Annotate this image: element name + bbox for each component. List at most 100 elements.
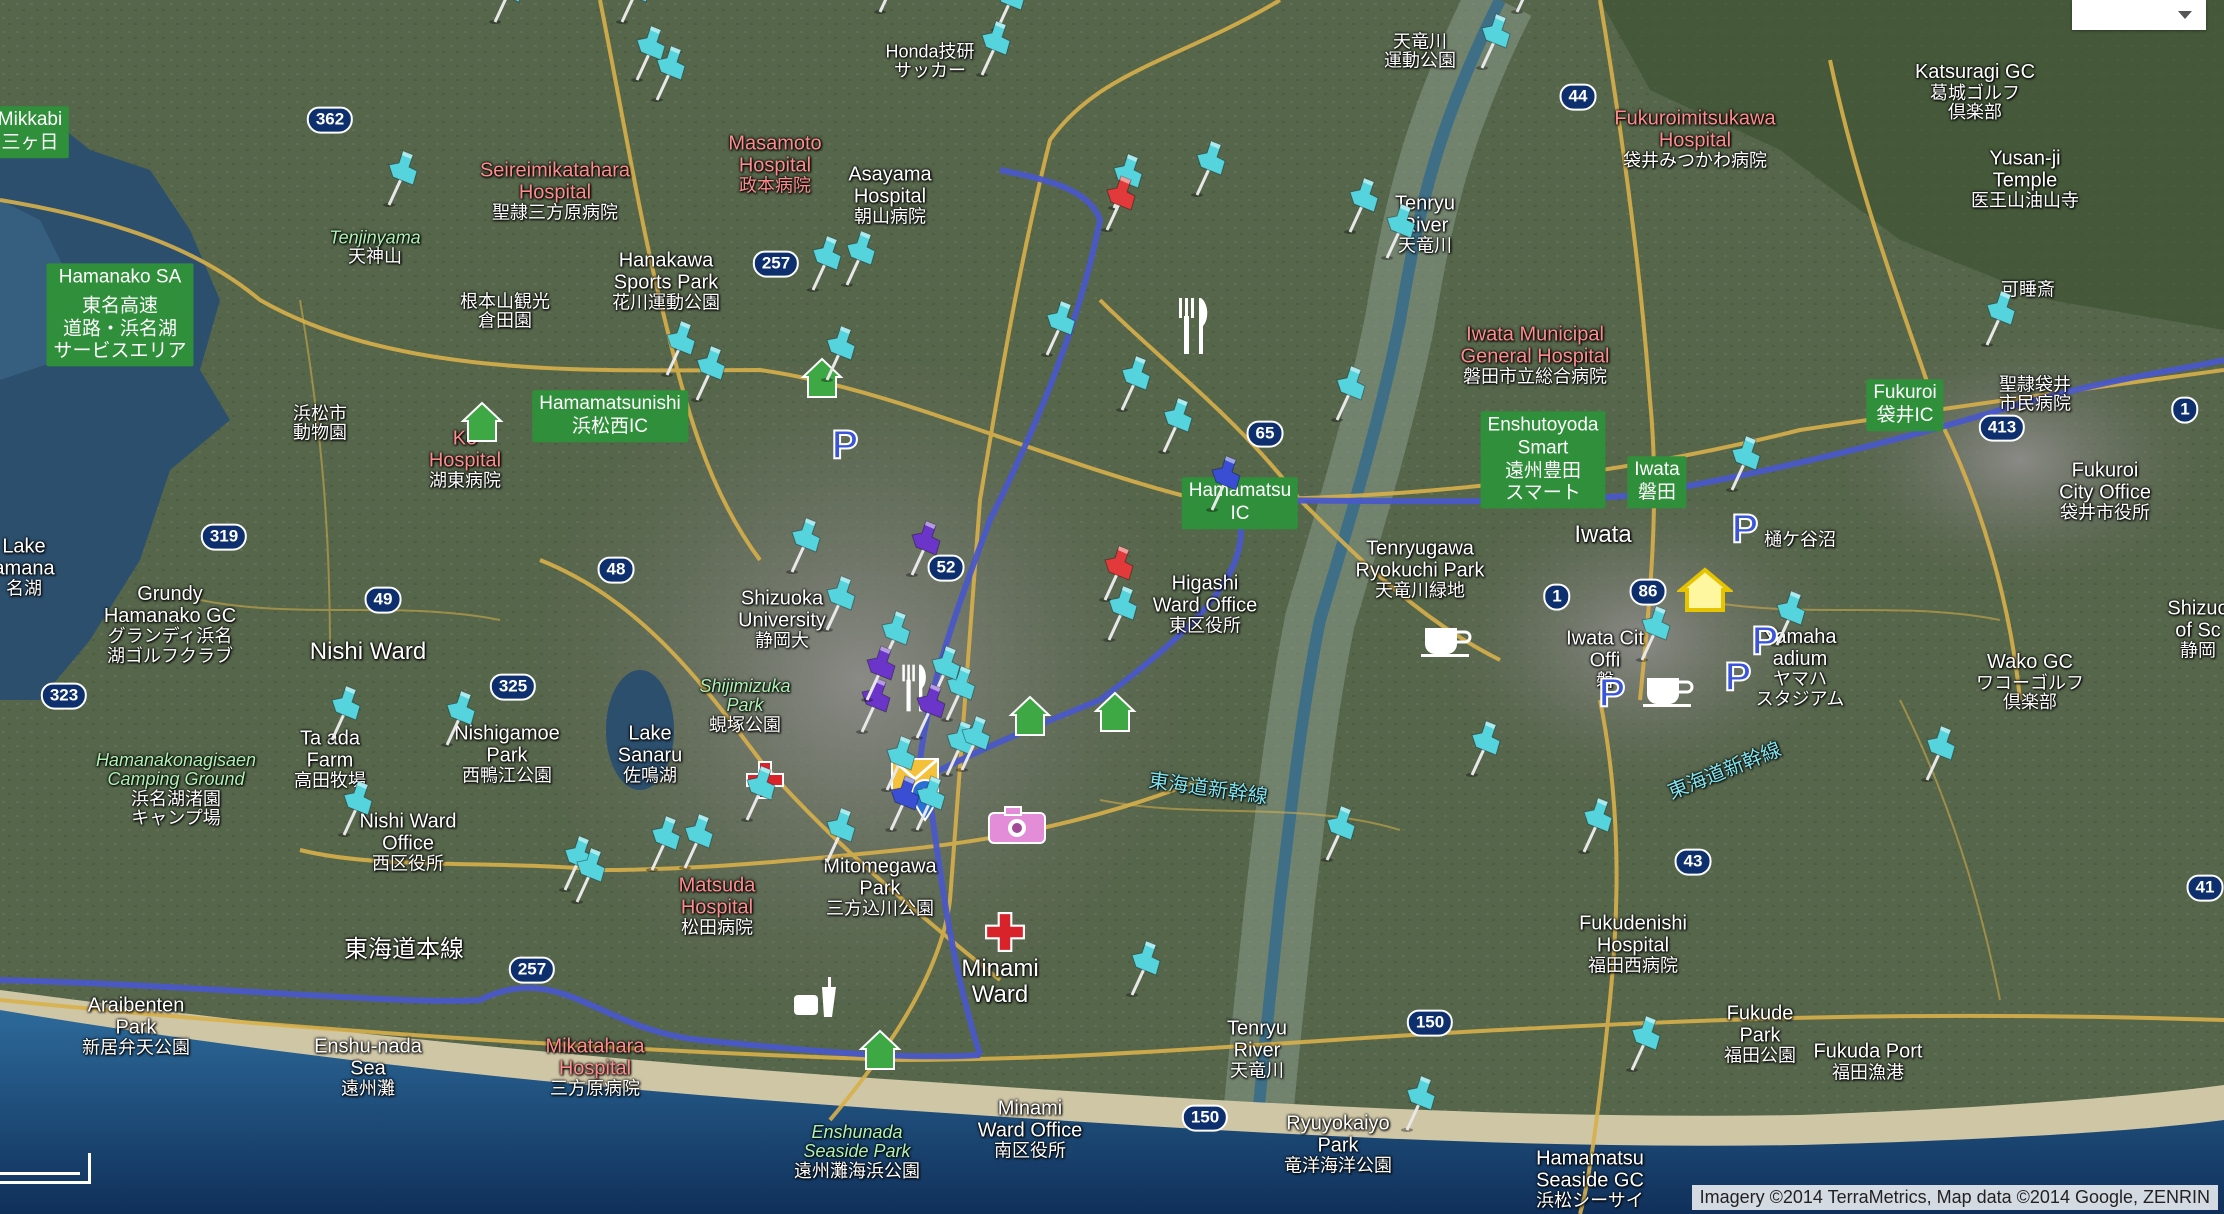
label-tenryugawa-ryokuchi-park[interactable]: Tenryugawa Ryokuchi Park 天竜川緑地 <box>1356 538 1485 602</box>
label-araibenten-park[interactable]: Araibenten Park 新居弁天公園 <box>82 995 190 1059</box>
label-higashi-ward-office[interactable]: Higashi Ward Office 東区役所 <box>1153 573 1257 637</box>
pin-cyan[interactable] <box>1624 1012 1666 1074</box>
label-matsuda-hospital[interactable]: Matsuda Hospital 松田病院 <box>679 875 756 939</box>
label-mikatahara-hospital[interactable]: Mikatahara Hospital 三方原病院 <box>546 1036 645 1100</box>
label-enshunada-seaside-park[interactable]: Enshunada Seaside Park 遠州灘海浜公園 <box>794 1122 920 1181</box>
pin-cyan[interactable] <box>1399 1072 1441 1134</box>
parking-icon[interactable]: P <box>1725 508 1765 548</box>
pin-cyan[interactable] <box>1474 10 1516 72</box>
label-hamamatsu-zoo[interactable]: 浜松市 動物園 <box>293 404 347 444</box>
pin-cyan[interactable] <box>1919 722 1961 784</box>
pin-purple[interactable] <box>904 517 946 579</box>
label-yusanji-temple[interactable]: Yusan-ji Temple 医王山油山寺 <box>1971 148 2079 212</box>
pin-cyan[interactable] <box>381 147 423 209</box>
pin-cyan[interactable] <box>677 810 719 872</box>
label-ryuyokaiyo-park[interactable]: Ryuyokaiyo Park 竜洋海洋公園 <box>1284 1113 1392 1177</box>
label-minami-ward-office[interactable]: Minami Ward Office 南区役所 <box>978 1098 1082 1162</box>
house-icon[interactable] <box>1092 689 1138 735</box>
pin-cyan[interactable] <box>439 687 481 749</box>
label-iwata-city[interactable]: Iwata <box>1574 522 1631 548</box>
label-mikkabi[interactable]: Mikkabi 三ヶ日 <box>0 106 70 158</box>
label-tenryu-river-south[interactable]: Tenryu River 天竜川 <box>1227 1018 1287 1082</box>
chevron-down-icon[interactable] <box>2176 8 2194 22</box>
camera-icon[interactable] <box>987 805 1047 845</box>
label-fukuda-port[interactable]: Fukuda Port 福田漁港 <box>1814 1041 1923 1082</box>
cafe-icon[interactable] <box>1641 672 1695 708</box>
parking-icon[interactable]: P <box>1718 656 1758 696</box>
pin-cyan[interactable] <box>1189 137 1231 199</box>
label-minami-ward[interactable]: Minami Ward <box>961 956 1038 1008</box>
house-icon[interactable] <box>857 1027 903 1073</box>
pin-cyan[interactable] <box>839 227 881 289</box>
label-fukuroi-ic[interactable]: Fukuroi 袋井IC <box>1866 379 1944 431</box>
hospital-cross-icon[interactable] <box>984 911 1026 953</box>
restaurant-icon[interactable] <box>1175 296 1211 356</box>
pin-red[interactable] <box>1099 172 1141 234</box>
pin-purple[interactable] <box>909 680 951 742</box>
label-nishi-ward[interactable]: Nishi Ward <box>310 639 426 665</box>
pin-cyan[interactable] <box>1114 352 1156 414</box>
label-fukuroimitsukawa-hospital[interactable]: Fukuroimitsukawa Hospital 袋井みつかわ病院 <box>1614 108 1775 172</box>
pin-cyan[interactable] <box>819 572 861 634</box>
pin-cyan[interactable] <box>1464 717 1506 779</box>
label-fukude-park[interactable]: Fukude Park 福田公園 <box>1724 1003 1796 1067</box>
label-mitomegawa-park[interactable]: Mitomegawa Park 三方込川公園 <box>823 856 936 920</box>
label-masamoto-hospital[interactable]: Masamoto Hospital 政本病院 <box>728 133 821 197</box>
pin-cyan[interactable] <box>739 762 781 824</box>
pin-cyan[interactable] <box>487 0 529 26</box>
label-fukudenishi-hospital[interactable]: Fukudenishi Hospital 福田西病院 <box>1579 913 1687 977</box>
label-lake-sanaru[interactable]: Lake Sanaru 佐鳴湖 <box>618 723 683 787</box>
label-seireimikatahara-hospital[interactable]: Seireimikatahara Hospital 聖隷三方原病院 <box>480 160 630 224</box>
label-tenryugawa-park[interactable]: 天竜川 運動公園 <box>1384 32 1456 72</box>
label-nemotoyama[interactable]: 根本山観光 倉田園 <box>460 292 550 332</box>
house-icon[interactable] <box>459 399 505 445</box>
pin-cyan[interactable] <box>1379 200 1421 262</box>
label-hamamatsunishi-ic[interactable]: Hamamatsunishi 浜松西IC <box>532 390 688 442</box>
pin-cyan[interactable] <box>1124 937 1166 999</box>
pin-cyan[interactable] <box>1039 297 1081 359</box>
pin-cyan[interactable] <box>1329 362 1371 424</box>
label-hanakawa-sports-park[interactable]: Hanakawa Sports Park 花川運動公園 <box>612 250 720 314</box>
pin-cyan[interactable] <box>1319 802 1361 864</box>
pin-blue[interactable] <box>883 772 925 834</box>
label-hichigakubo[interactable]: 樋ケ谷沼 <box>1764 529 1836 549</box>
label-honda-soccer[interactable]: Honda技研 サッカー <box>885 42 974 82</box>
pin-cyan[interactable] <box>324 682 366 744</box>
pin-purple[interactable] <box>859 642 901 704</box>
pin-cyan[interactable] <box>336 777 378 839</box>
label-hamanako-camping[interactable]: Hamanakonagisaen Camping Ground 浜名湖渚園 キャンプ場 <box>96 750 256 829</box>
pin-blue[interactable] <box>1204 452 1246 514</box>
label-grundy-gc[interactable]: Grundy Hamanako GC グランディ浜名 湖ゴルフクラブ <box>104 583 236 666</box>
label-wako-gc[interactable]: Wako GC ワコーゴルフ 倶楽部 <box>1976 651 2084 712</box>
label-iwata-general-hospital[interactable]: Iwata Municipal General Hospital 磐田市立総合病院 <box>1461 324 1610 388</box>
pin-cyan[interactable] <box>819 804 861 866</box>
label-enshu-nada-sea[interactable]: Enshu-nada Sea 遠州灘 <box>314 1036 422 1100</box>
pin-cyan[interactable] <box>689 342 731 404</box>
label-asayama-hospital[interactable]: Asayama Hospital 朝山病院 <box>848 164 931 228</box>
label-fukuroi-city-office[interactable]: Fukuroi City Office 袋井市役所 <box>2059 460 2151 524</box>
pin-cyan[interactable] <box>974 17 1016 79</box>
pin-cyan[interactable] <box>569 844 611 906</box>
label-lake-hamana[interactable]: Lakeamana名湖 <box>0 536 55 600</box>
pin-cyan[interactable] <box>872 0 914 16</box>
label-tenjinyama[interactable]: Tenjinyama 天神山 <box>329 228 420 268</box>
pin-cyan[interactable] <box>1342 174 1384 236</box>
pin-cyan[interactable] <box>1576 794 1618 856</box>
label-shizuoka-university[interactable]: Shizuoka University 静岡大 <box>738 588 826 652</box>
label-shijimizuka-park[interactable]: Shijimizuka Park 蜆塚公園 <box>699 676 790 735</box>
house-icon[interactable] <box>1007 693 1053 739</box>
cafe-icon[interactable] <box>1419 622 1473 658</box>
pin-cyan[interactable] <box>784 514 826 576</box>
pin-cyan[interactable] <box>1724 432 1766 494</box>
pin-cyan[interactable] <box>1979 287 2021 349</box>
label-iwata-ic[interactable]: Iwata 磐田 <box>1627 456 1687 508</box>
house-icon[interactable] <box>1677 566 1733 614</box>
label-hamanako-sa[interactable]: Hamanako SA 東名高速 道路・浜名湖 サービスエリア <box>46 263 194 367</box>
pin-cyan[interactable] <box>1634 602 1676 664</box>
label-seirei-fukuroi[interactable]: 聖隷袋井 市民病院 <box>1999 375 2071 415</box>
drink-icon[interactable] <box>790 977 840 1019</box>
pin-cyan[interactable] <box>819 322 861 384</box>
pin-red[interactable] <box>1097 542 1139 604</box>
map-type-control[interactable] <box>2072 0 2206 30</box>
label-enshutoyoda-smart[interactable]: Enshutoyoda Smart 遠州豊田 スマート <box>1480 411 1606 509</box>
